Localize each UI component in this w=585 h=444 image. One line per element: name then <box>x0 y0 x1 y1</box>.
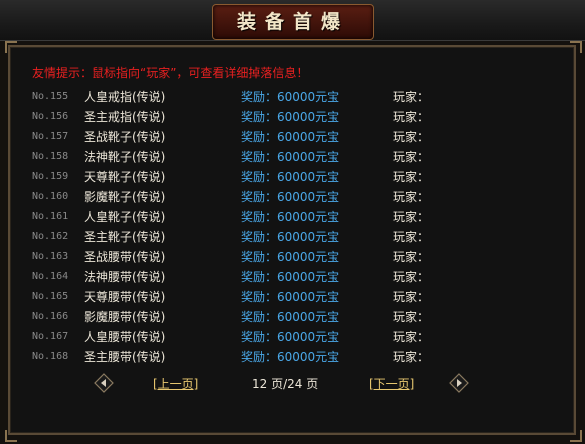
player-link[interactable]: 玩家： <box>393 207 429 227</box>
player-link[interactable]: 玩家： <box>393 227 429 247</box>
reward-text: 奖励：60000元宝 <box>241 210 340 224</box>
reward-text: 奖励：60000元宝 <box>241 250 340 264</box>
player-link[interactable]: 玩家： <box>393 107 429 127</box>
list-item: No.159 天尊靴子(传说) 奖励：60000元宝 玩家： <box>0 167 585 187</box>
list-item: No.157 圣战靴子(传说) 奖励：60000元宝 玩家： <box>0 127 585 147</box>
reward-text: 奖励：60000元宝 <box>241 150 340 164</box>
item-name: 法神腰带(传说) <box>84 270 166 284</box>
item-name: 影魔靴子(传说) <box>84 190 166 204</box>
player-link[interactable]: 玩家： <box>393 87 429 107</box>
item-name: 圣战腰带(传说) <box>84 250 166 264</box>
corner-ornament <box>570 41 582 53</box>
player-link[interactable]: 玩家： <box>393 347 429 367</box>
first-drop-window: 装备首爆 友情提示：鼠标指向“玩家”，可查看详细掉落信息！ No.155 人皇戒… <box>0 0 585 444</box>
prev-page-link[interactable]: [上一页] <box>153 373 198 395</box>
row-number: No.159 <box>32 171 69 182</box>
reward-text: 奖励：60000元宝 <box>241 290 340 304</box>
reward-text: 奖励：60000元宝 <box>241 190 340 204</box>
row-number: No.161 <box>32 211 69 222</box>
window-title: 装备首爆 <box>236 11 349 33</box>
reward-text: 奖励：60000元宝 <box>241 90 340 104</box>
list-item: No.163 圣战腰带(传说) 奖励：60000元宝 玩家： <box>0 247 585 267</box>
item-name: 法神靴子(传说) <box>84 150 166 164</box>
player-link[interactable]: 玩家： <box>393 167 429 187</box>
row-number: No.166 <box>32 311 69 322</box>
list-item: No.165 天尊腰带(传说) 奖励：60000元宝 玩家： <box>0 287 585 307</box>
row-number: No.164 <box>32 271 69 282</box>
reward-text: 奖励：60000元宝 <box>241 310 340 324</box>
list-item: No.166 影魔腰带(传说) 奖励：60000元宝 玩家： <box>0 307 585 327</box>
page-indicator: 12 页/24 页 <box>252 377 319 391</box>
pagination: [上一页] 12 页/24 页 [下一页] <box>0 373 585 395</box>
corner-ornament <box>570 430 582 442</box>
item-name: 人皇腰带(传说) <box>84 330 166 344</box>
list-item: No.164 法神腰带(传说) 奖励：60000元宝 玩家： <box>0 267 585 287</box>
row-number: No.156 <box>32 111 69 122</box>
reward-text: 奖励：60000元宝 <box>241 230 340 244</box>
corner-ornament <box>5 41 17 53</box>
list-item: No.160 影魔靴子(传说) 奖励：60000元宝 玩家： <box>0 187 585 207</box>
title-bar: 装备首爆 <box>0 0 585 41</box>
list-item: No.162 圣主靴子(传说) 奖励：60000元宝 玩家： <box>0 227 585 247</box>
prev-page-label[interactable]: [上一页] <box>153 377 198 391</box>
row-number: No.160 <box>32 191 69 202</box>
row-number: No.168 <box>32 351 69 362</box>
item-name: 天尊靴子(传说) <box>84 170 166 184</box>
row-number: No.162 <box>32 231 69 242</box>
list-item: No.167 人皇腰带(传说) 奖励：60000元宝 玩家： <box>0 327 585 347</box>
list-item: No.158 法神靴子(传说) 奖励：60000元宝 玩家： <box>0 147 585 167</box>
row-number: No.163 <box>32 251 69 262</box>
player-link[interactable]: 玩家： <box>393 327 429 347</box>
item-name: 天尊腰带(传说) <box>84 290 166 304</box>
item-name: 圣主腰带(传说) <box>84 350 166 364</box>
player-link[interactable]: 玩家： <box>393 247 429 267</box>
player-link[interactable]: 玩家： <box>393 127 429 147</box>
next-page-link[interactable]: [下一页] <box>369 373 414 395</box>
arrow-right-icon[interactable] <box>449 373 469 393</box>
list-item: No.168 圣主腰带(传说) 奖励：60000元宝 玩家： <box>0 347 585 367</box>
row-number: No.157 <box>32 131 69 142</box>
list-item: No.161 人皇靴子(传说) 奖励：60000元宝 玩家： <box>0 207 585 227</box>
item-name: 人皇戒指(传说) <box>84 90 166 104</box>
item-name: 圣主靴子(传说) <box>84 230 166 244</box>
player-link[interactable]: 玩家： <box>393 287 429 307</box>
row-number: No.167 <box>32 331 69 342</box>
corner-ornament <box>5 430 17 442</box>
arrow-left-icon[interactable] <box>94 373 114 393</box>
reward-text: 奖励：60000元宝 <box>241 130 340 144</box>
list-item: No.156 圣主戒指(传说) 奖励：60000元宝 玩家： <box>0 107 585 127</box>
player-link[interactable]: 玩家： <box>393 187 429 207</box>
title-plate: 装备首爆 <box>212 4 374 40</box>
list-item: No.155 人皇戒指(传说) 奖励：60000元宝 玩家： <box>0 87 585 107</box>
player-link[interactable]: 玩家： <box>393 147 429 167</box>
row-number: No.155 <box>32 91 69 102</box>
item-name: 圣主戒指(传说) <box>84 110 166 124</box>
item-name: 影魔腰带(传说) <box>84 310 166 324</box>
item-name: 人皇靴子(传说) <box>84 210 166 224</box>
reward-text: 奖励：60000元宝 <box>241 170 340 184</box>
item-name: 圣战靴子(传说) <box>84 130 166 144</box>
player-link[interactable]: 玩家： <box>393 307 429 327</box>
row-number: No.165 <box>32 291 69 302</box>
reward-text: 奖励：60000元宝 <box>241 330 340 344</box>
reward-text: 奖励：60000元宝 <box>241 350 340 364</box>
player-link[interactable]: 玩家： <box>393 267 429 287</box>
next-page-label[interactable]: [下一页] <box>369 377 414 391</box>
hint-text: 友情提示：鼠标指向“玩家”，可查看详细掉落信息！ <box>32 66 309 80</box>
row-number: No.158 <box>32 151 69 162</box>
reward-text: 奖励：60000元宝 <box>241 110 340 124</box>
reward-text: 奖励：60000元宝 <box>241 270 340 284</box>
